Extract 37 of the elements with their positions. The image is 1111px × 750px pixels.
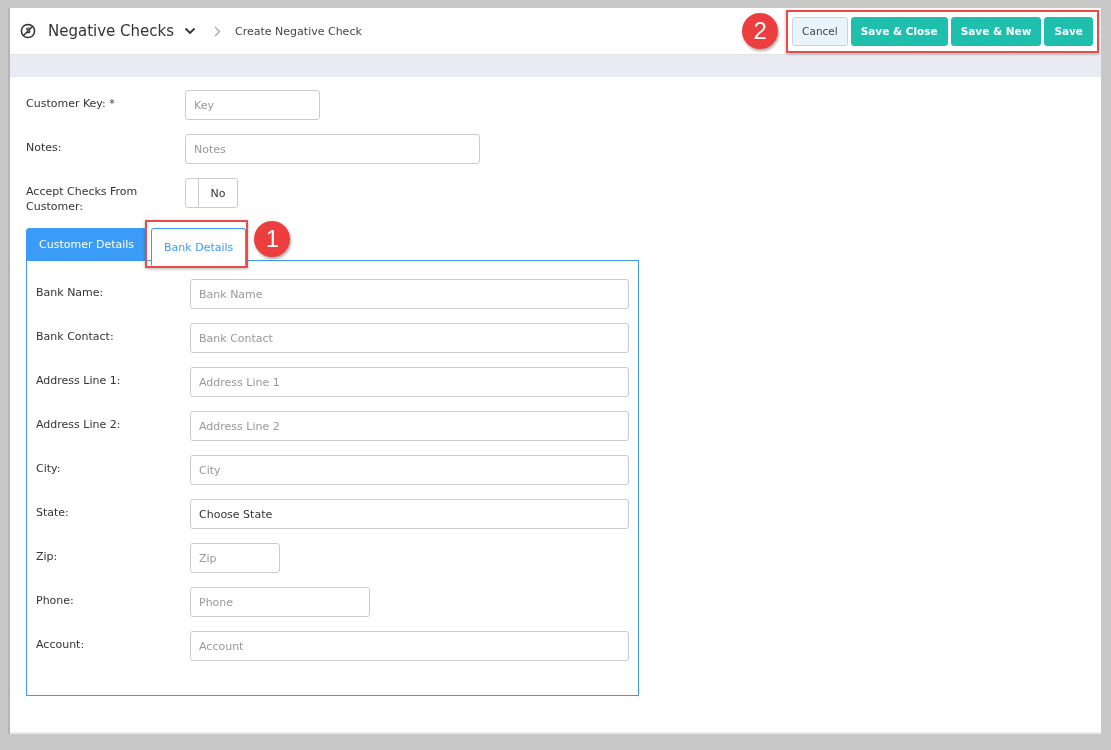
field-label: Account: — [36, 637, 86, 652]
tab[interactable]: Bank Details — [151, 228, 247, 266]
no-money-icon — [20, 23, 36, 39]
input-field[interactable]: Notes — [185, 134, 480, 164]
field-label: Phone: — [36, 593, 75, 608]
tab[interactable]: Customer Details — [26, 228, 148, 261]
field-label: Accept Checks From Customer: — [26, 184, 139, 214]
callout-number: 1 — [254, 221, 291, 257]
field-label: Notes: — [26, 140, 63, 155]
input-field[interactable]: City — [190, 455, 629, 485]
save-button[interactable]: Save — [1044, 16, 1093, 46]
save-button[interactable]: Save & Close — [850, 16, 948, 46]
field-label: Zip: — [36, 549, 59, 564]
select-field[interactable]: Choose State — [190, 499, 629, 529]
input-field[interactable]: Address Line 1 — [190, 367, 629, 397]
field-label: Bank Name: — [36, 285, 105, 300]
save-button[interactable]: Save & New — [950, 16, 1042, 46]
input-field[interactable]: Address Line 2 — [190, 411, 629, 441]
field-label: Bank Contact: — [36, 329, 115, 344]
field-label: Address Line 1: — [36, 373, 122, 388]
input-field[interactable]: Bank Contact — [190, 323, 629, 353]
field-label: City: — [36, 461, 62, 476]
callout-number: 2 — [742, 12, 779, 49]
chevron-down-icon[interactable] — [184, 27, 197, 35]
breadcrumb-separator-icon — [214, 25, 222, 37]
toggle-switch[interactable]: No — [185, 178, 238, 208]
input-field[interactable]: Key — [185, 90, 320, 120]
input-field[interactable]: Account — [190, 631, 629, 661]
input-field[interactable]: Bank Name — [190, 279, 629, 309]
input-field[interactable]: Phone — [190, 587, 370, 617]
field-label: Address Line 2: — [36, 417, 122, 432]
module-title[interactable]: Negative Checks — [48, 22, 175, 40]
input-field[interactable]: Zip — [190, 543, 280, 573]
field-label: State: — [36, 505, 70, 520]
field-label: Customer Key: * — [26, 96, 116, 111]
cancel-button[interactable]: Cancel — [792, 16, 848, 46]
breadcrumb-text: Create Negative Check — [235, 24, 362, 38]
